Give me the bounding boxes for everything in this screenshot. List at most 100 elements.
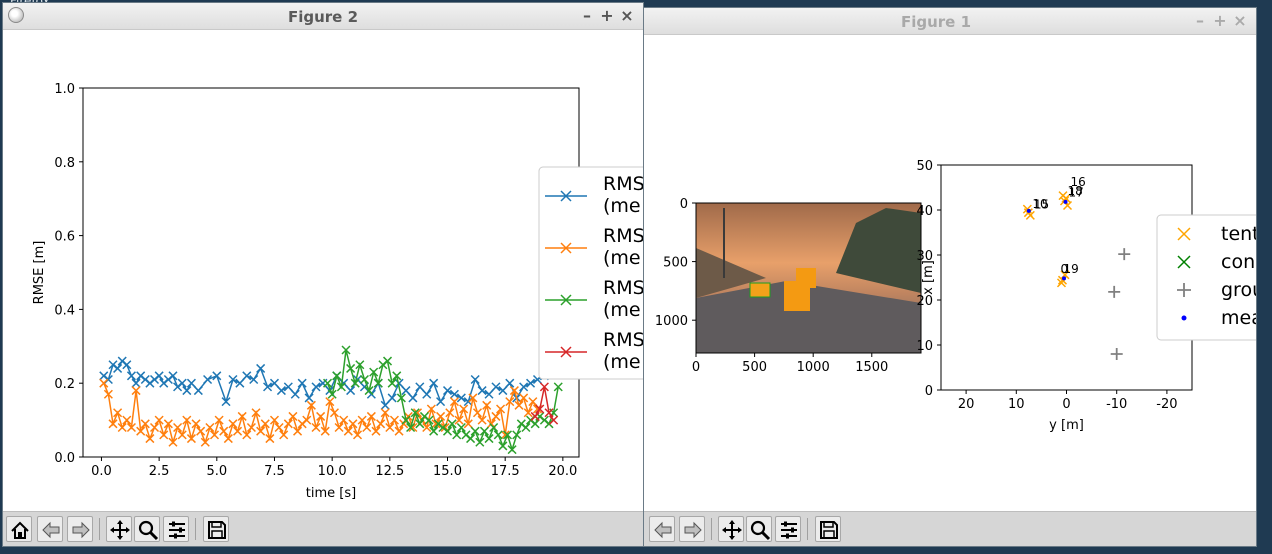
home-button[interactable]	[6, 516, 32, 542]
rmse-data-point-stroke	[154, 371, 164, 381]
figure-1-titlebar[interactable]: Figure 1 – + ×	[616, 8, 1256, 35]
close-button[interactable]: ×	[617, 6, 637, 26]
rmse-data-point-stroke	[352, 430, 363, 440]
figure-1-window[interactable]: Figure 1 – + × 0 500 1000 1500 0 500 1000 10 15 1…	[616, 8, 1256, 546]
maximize-button[interactable]: +	[597, 6, 617, 26]
rmse-data-point	[223, 434, 233, 444]
home-icon	[11, 521, 29, 539]
rmse-data-point	[348, 419, 358, 429]
rmse-data-point	[288, 411, 298, 421]
minimize-button[interactable]: –	[577, 6, 597, 26]
rmse-data-point	[489, 422, 499, 433]
birdseye-y-tick-label: 40	[916, 204, 933, 219]
rmse-data-point-stroke	[339, 415, 349, 425]
figure-2-titlebar[interactable]: Figure 2 – + ×	[3, 3, 643, 30]
rmse-data-point-stroke	[274, 422, 284, 433]
rmse-data-point	[221, 397, 231, 407]
configure-button[interactable]	[775, 516, 801, 542]
rmse-data-point	[415, 382, 425, 392]
rmse-data-point	[475, 437, 485, 447]
rmse-data-point-stroke	[408, 393, 418, 403]
rmse-data-point	[200, 437, 210, 447]
camera-x-tick-label: 500	[742, 360, 767, 375]
rmse-data-point-stroke	[466, 434, 476, 444]
toolbar-separator	[195, 518, 196, 540]
rmse-data-point-stroke	[214, 415, 224, 425]
birdseye-x-tick-label: 20	[958, 397, 975, 412]
birdseye-y-tick-label: 10	[916, 339, 933, 354]
close-button[interactable]: ×	[1230, 11, 1250, 31]
figure-1-canvas[interactable]: 0 500 1000 150005001000101516181701920 10 0 -1…	[616, 35, 1256, 512]
rmse-data-point	[442, 426, 453, 436]
figure-2-canvas[interactable]: 0.0 2.5 5.0 7.5 10.0 12.5 15.0 17.5 20.0 0.0 0.2 0.…	[3, 30, 643, 510]
figure-2-window[interactable]: Figure 2 – + × 0.0 2.5 5.0 7.5 10.0 12.5 15.0 1…	[3, 3, 643, 546]
birdseye-y-tick-label: 0	[925, 384, 933, 399]
back-arrow-button[interactable]	[649, 516, 675, 542]
rmse-data-point-stroke	[380, 400, 390, 410]
rmse-data-point	[246, 422, 256, 433]
rmse-data-point	[484, 434, 494, 444]
zoom-button[interactable]	[134, 516, 160, 542]
rmse-data-point-stroke	[348, 419, 358, 429]
save-button[interactable]	[815, 516, 841, 542]
toolbar-separator	[807, 518, 808, 540]
rmse-data-point	[343, 426, 353, 436]
birdseye-track-label: 15	[1034, 198, 1049, 212]
desktop-bottom-strip	[0, 546, 1272, 554]
rmse-data-point	[429, 378, 439, 388]
rmse-data-point-stroke	[459, 404, 469, 414]
rmse-data-point-stroke	[385, 422, 395, 433]
rmse-data-point	[512, 430, 522, 440]
rmse-data-point	[528, 397, 538, 407]
rmse-data-point-stroke	[149, 422, 160, 433]
rmse-data-point-stroke	[371, 426, 381, 436]
camera-y-tick-label: 1000	[655, 314, 688, 329]
rmse-data-point	[380, 400, 390, 410]
rmse-data-point	[366, 411, 376, 421]
rmse-data-point	[385, 422, 395, 433]
rmse-legend-label: (me	[603, 247, 641, 269]
rmse-data-point-stroke	[323, 378, 333, 388]
rmse-data-point-stroke	[122, 360, 132, 370]
rmse-data-point	[422, 389, 432, 399]
save-button[interactable]	[203, 516, 229, 542]
rmse-data-point-stroke	[122, 415, 132, 425]
rmse-data-point	[477, 415, 487, 425]
rmse-x-tick-label: 15.0	[433, 464, 462, 479]
configure-icon	[169, 521, 185, 539]
minimize-button[interactable]: –	[1190, 11, 1210, 31]
maximize-button[interactable]: +	[1210, 11, 1230, 31]
rmse-legend-label: RMS	[603, 173, 643, 195]
forward-arrow-button[interactable]	[67, 516, 93, 542]
rmse-data-point-stroke	[498, 441, 508, 451]
save-icon	[820, 521, 838, 539]
camera-x-tick-label: 1500	[855, 360, 888, 375]
rmse-data-point-stroke	[376, 419, 386, 429]
forward-arrow-button[interactable]	[679, 516, 705, 542]
pan-icon	[110, 520, 130, 540]
rmse-data-point	[470, 374, 480, 385]
rmse-data-point-stroke	[140, 419, 150, 429]
back-arrow-button[interactable]	[37, 516, 63, 542]
rmse-x-tick-label: 2.5	[149, 464, 170, 479]
rmse-y-axis-label: RMSE [m]	[32, 241, 47, 305]
rmse-data-point	[389, 415, 399, 425]
rmse-data-point-stroke	[223, 434, 233, 444]
camera-detection-box	[796, 268, 816, 288]
birdseye-legend-label: con	[1221, 251, 1255, 273]
rmse-data-point-stroke	[126, 371, 136, 381]
rmse-data-point	[154, 415, 164, 425]
configure-button[interactable]	[163, 516, 189, 542]
birdseye-track-label: 17	[1069, 186, 1084, 200]
rmse-data-point-stroke	[246, 422, 256, 433]
birdseye-x-axis-label: y [m]	[1049, 418, 1084, 433]
pan-button[interactable]	[106, 516, 132, 542]
rmse-data-point-stroke	[233, 426, 243, 436]
configure-icon	[781, 521, 797, 539]
zoom-button[interactable]	[746, 516, 772, 542]
rmse-data-point-stroke	[212, 371, 222, 381]
rmse-data-point-stroke	[422, 389, 432, 399]
rmse-data-point	[371, 426, 381, 436]
rmse-x-tick-label: 7.5	[264, 464, 285, 479]
pan-button[interactable]	[718, 516, 744, 542]
